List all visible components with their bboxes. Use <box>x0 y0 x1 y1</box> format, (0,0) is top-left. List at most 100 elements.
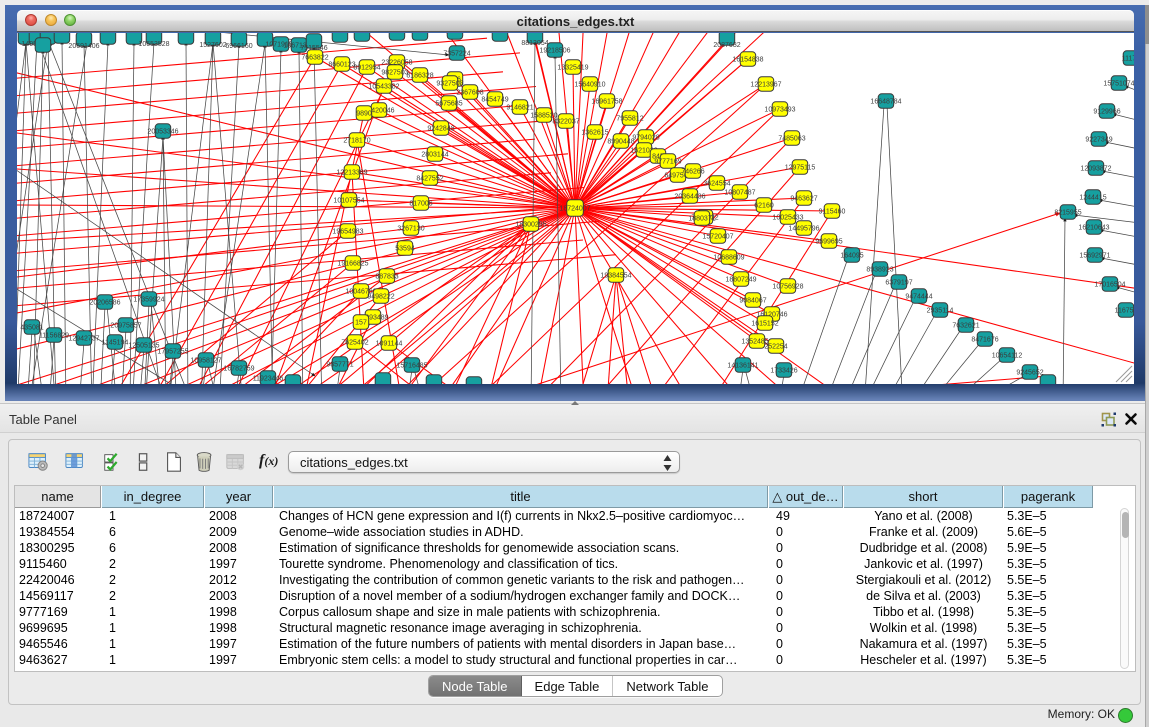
svg-text:20364436: 20364436 <box>674 194 705 201</box>
svg-text:10653528: 10653528 <box>138 41 169 48</box>
svg-text:10543382: 10543382 <box>368 84 399 91</box>
svg-text:2935114: 2935114 <box>927 308 954 315</box>
svg-text:10973493: 10973493 <box>764 107 795 114</box>
svg-text:12213967: 12213967 <box>750 82 781 89</box>
svg-text:10756928: 10756928 <box>772 284 803 291</box>
svg-text:7663822: 7663822 <box>301 55 328 62</box>
svg-text:10688609: 10688609 <box>713 255 744 262</box>
svg-text:12213389: 12213389 <box>336 170 367 177</box>
svg-text:14136141: 14136141 <box>727 363 758 370</box>
svg-text:3624554: 3624554 <box>703 181 730 188</box>
svg-text:9129966: 9129966 <box>1093 109 1120 116</box>
svg-text:6379197: 6379197 <box>885 280 912 287</box>
svg-text:62160: 62160 <box>754 203 774 210</box>
svg-text:8990448: 8990448 <box>607 139 634 146</box>
svg-text:19384554: 19384554 <box>600 273 631 280</box>
svg-text:164095: 164095 <box>840 253 863 260</box>
svg-text:9827503: 9827503 <box>381 70 408 77</box>
svg-text:20975857: 20975857 <box>110 323 141 330</box>
svg-text:8454749: 8454749 <box>481 97 508 104</box>
svg-text:1615152: 1615152 <box>751 321 778 328</box>
svg-text:8215955: 8215955 <box>1054 210 1081 217</box>
svg-text:1145194: 1145194 <box>102 340 129 347</box>
svg-text:19166825: 19166825 <box>337 261 368 268</box>
svg-text:53594: 53594 <box>395 246 415 253</box>
svg-text:16961758: 16961758 <box>591 99 622 106</box>
svg-text:9242848: 9242848 <box>427 126 454 133</box>
svg-text:7632621: 7632621 <box>952 323 979 330</box>
svg-text:19218506: 19218506 <box>539 48 570 55</box>
svg-text:9327508: 9327508 <box>436 81 463 88</box>
svg-text:252254: 252254 <box>764 344 787 351</box>
svg-text:2367608: 2367608 <box>456 90 483 97</box>
svg-text:15692971: 15692971 <box>1079 253 1110 260</box>
svg-text:9084067: 9084067 <box>739 298 766 305</box>
svg-text:9227349: 9227349 <box>1085 137 1112 144</box>
svg-text:13325419: 13325419 <box>557 65 588 72</box>
svg-text:157: 157 <box>355 320 367 327</box>
svg-text:8660123: 8660123 <box>328 62 355 69</box>
svg-text:8427552: 8427552 <box>416 176 443 183</box>
svg-text:15720407: 15720407 <box>702 234 733 241</box>
svg-text:16648784: 16648784 <box>870 99 901 106</box>
svg-text:10107554: 10107554 <box>333 198 364 205</box>
svg-text:8322037: 8322037 <box>552 119 579 126</box>
svg-text:7625402: 7625402 <box>341 340 368 347</box>
svg-text:9857771: 9857771 <box>326 362 353 369</box>
svg-text:2087682: 2087682 <box>713 42 740 49</box>
svg-text:1527602: 1527602 <box>199 42 226 49</box>
svg-text:18300295: 18300295 <box>515 222 546 229</box>
svg-text:7485063: 7485063 <box>778 136 805 143</box>
svg-text:1244415: 1244415 <box>1079 195 1106 202</box>
svg-text:8938923: 8938923 <box>866 267 893 274</box>
svg-text:435081: 435081 <box>20 325 43 332</box>
svg-text:8912954: 8912954 <box>353 65 380 72</box>
svg-text:15751074: 15751074 <box>1103 81 1134 88</box>
svg-text:12975115: 12975115 <box>785 165 816 172</box>
svg-text:9890: 9890 <box>356 111 372 118</box>
svg-text:17957255: 17957255 <box>157 349 188 356</box>
svg-text:3267130: 3267130 <box>397 226 424 233</box>
svg-text:11156829: 11156829 <box>39 333 69 340</box>
svg-text:9245652: 9245652 <box>1016 370 1043 377</box>
svg-text:12942737: 12942737 <box>68 336 99 343</box>
svg-text:20053346: 20053346 <box>147 129 178 136</box>
svg-text:16782759: 16782759 <box>223 366 254 373</box>
svg-text:10958127: 10958127 <box>190 358 221 365</box>
svg-text:9777169: 9777169 <box>654 159 681 166</box>
svg-text:7357224: 7357224 <box>443 51 470 58</box>
svg-text:20691406: 20691406 <box>68 43 99 50</box>
svg-text:1362615: 1362615 <box>581 130 608 137</box>
svg-text:10654112: 10654112 <box>992 353 1023 360</box>
svg-text:20206586: 20206586 <box>89 300 120 307</box>
svg-text:1091144: 1091144 <box>376 341 403 348</box>
svg-text:7955812: 7955812 <box>616 116 643 123</box>
svg-text:17359924: 17359924 <box>133 297 164 304</box>
svg-text:8186328: 8186328 <box>406 73 433 80</box>
svg-text:9115460: 9115460 <box>819 209 846 216</box>
svg-text:16210643: 16210643 <box>1078 225 1109 232</box>
svg-text:1733426: 1733426 <box>770 368 797 375</box>
svg-text:18724007: 18724007 <box>559 206 590 213</box>
svg-text:817006: 817006 <box>409 201 432 208</box>
svg-text:16154838: 16154838 <box>732 57 763 64</box>
svg-text:9474444: 9474444 <box>905 294 932 301</box>
svg-text:5675685: 5675685 <box>435 101 462 108</box>
svg-text:15640910: 15640910 <box>574 82 605 89</box>
svg-text:8471676: 8471676 <box>971 337 998 344</box>
svg-text:15716485: 15716485 <box>396 363 427 370</box>
svg-text:9146821: 9146821 <box>506 105 533 112</box>
svg-text:9498222: 9498222 <box>367 294 394 301</box>
svg-text:11923446: 11923446 <box>253 376 284 383</box>
svg-text:1880371: 1880371 <box>688 216 715 223</box>
svg-text:746266: 746266 <box>681 169 704 176</box>
svg-text:17016504: 17016504 <box>1094 282 1125 289</box>
svg-text:11172: 11172 <box>1122 56 1134 63</box>
svg-text:2718170: 2718170 <box>343 138 370 145</box>
svg-text:887833: 887833 <box>375 274 398 281</box>
svg-text:19654983: 19654983 <box>332 229 363 236</box>
svg-text:9699695: 9699695 <box>815 239 842 246</box>
svg-text:8813054: 8813054 <box>521 40 548 47</box>
svg-text:9463627: 9463627 <box>790 196 817 203</box>
svg-text:12093872: 12093872 <box>1080 166 1111 173</box>
